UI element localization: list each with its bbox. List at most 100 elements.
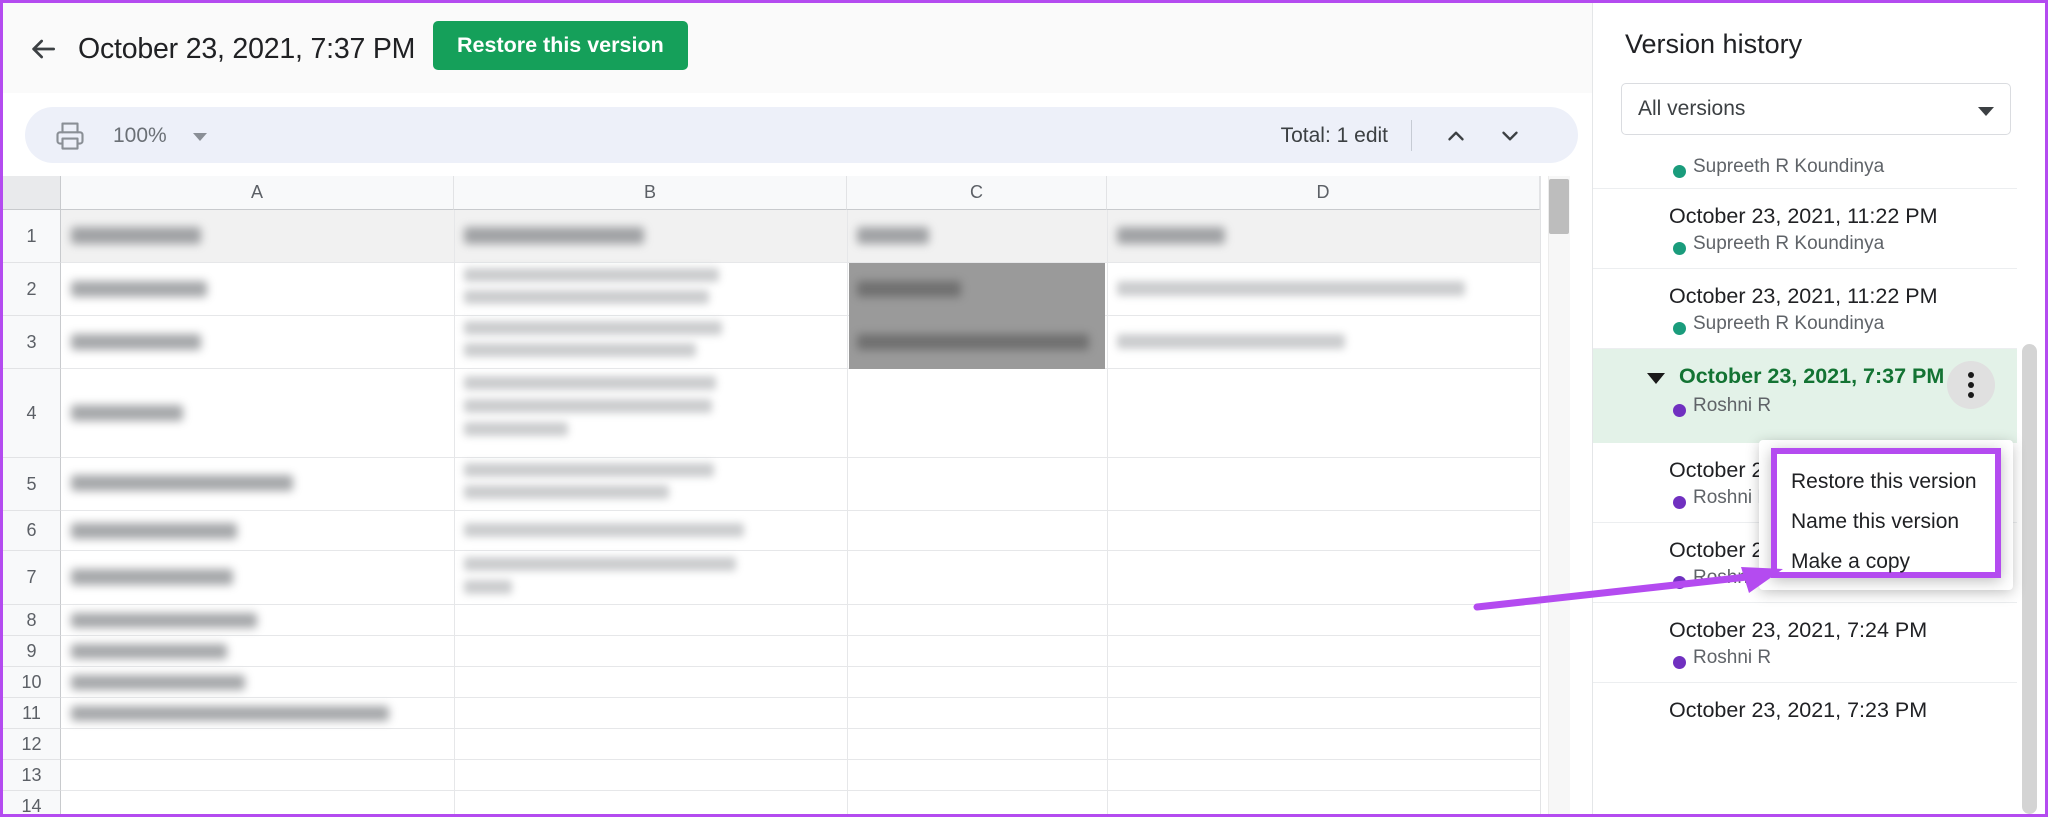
row-header[interactable]: 13 — [3, 760, 61, 791]
version-author: Supreeth R Koundinya — [1693, 233, 1885, 254]
table-row[interactable] — [61, 316, 1540, 369]
redacted-cell-text — [1117, 334, 1345, 349]
row-header[interactable]: 10 — [3, 667, 61, 698]
row-header[interactable]: 12 — [3, 729, 61, 760]
redacted-cell-text — [464, 557, 736, 571]
version-date: October 23, 2021, 11:22 PM — [1669, 204, 1938, 228]
restore-this-version-button[interactable]: Restore this version — [433, 21, 688, 70]
redacted-cell-text — [464, 580, 512, 594]
redacted-cell-text — [1117, 227, 1225, 244]
author-color-dot — [1673, 404, 1686, 417]
row-header[interactable]: 2 — [3, 263, 61, 316]
row-header[interactable]: 14 — [3, 791, 61, 814]
row-header[interactable]: 11 — [3, 698, 61, 729]
table-row[interactable] — [61, 698, 1540, 729]
redacted-cell-text — [464, 343, 696, 357]
redacted-cell-text — [1117, 281, 1465, 296]
list-item[interactable]: October 23, 2021, 11:22 PM Supreeth R Ko… — [1593, 189, 2017, 269]
list-item-selected[interactable]: October 23, 2021, 7:37 PM Roshni R — [1593, 349, 2017, 443]
redacted-cell-text — [71, 334, 201, 350]
row-header[interactable]: 1 — [3, 210, 61, 263]
table-row[interactable] — [61, 636, 1540, 667]
version-context-menu[interactable]: Restore this version Name this version M… — [1771, 448, 2001, 578]
version-date: October 23, 2021, 7:37 PM — [1679, 364, 1945, 388]
table-row[interactable] — [61, 551, 1540, 605]
previous-edit-chevron-up-icon[interactable] — [1438, 118, 1474, 154]
column-header-a[interactable]: A — [61, 176, 454, 210]
back-arrow-icon[interactable] — [21, 27, 65, 71]
redacted-cell-fill — [849, 316, 1105, 369]
redacted-cell-text — [464, 227, 644, 244]
version-author: Supreeth R Koundinya — [1693, 313, 1885, 334]
version-date: October 23, 2021, 11:22 PM — [1669, 284, 1938, 308]
author-color-dot — [1673, 576, 1686, 589]
panel-title: Version history — [1625, 29, 1803, 59]
menu-item-restore-this-version[interactable]: Restore this version — [1791, 462, 1995, 502]
row-header[interactable]: 8 — [3, 605, 61, 636]
row-header[interactable]: 4 — [3, 369, 61, 458]
redacted-cell-fill — [849, 263, 1105, 316]
redacted-cell-text — [464, 463, 714, 477]
version-author: Roshni R — [1693, 647, 1772, 668]
author-color-dot — [1673, 242, 1686, 255]
redacted-cell-text — [464, 290, 709, 304]
main-content-area: October 23, 2021, 7:37 PM Restore this v… — [3, 3, 1592, 814]
table-row[interactable] — [61, 458, 1540, 511]
redacted-cell-text — [71, 706, 389, 721]
spreadsheet-grid[interactable]: A B C D 1 2 3 4 5 6 7 8 9 10 11 12 13 14… — [3, 176, 1592, 814]
redacted-cell-text — [464, 422, 568, 436]
menu-item-name-this-version[interactable]: Name this version — [1791, 502, 1995, 542]
table-row[interactable] — [61, 369, 1540, 458]
row-header[interactable]: 5 — [3, 458, 61, 511]
author-color-dot — [1673, 656, 1686, 669]
redacted-cell-text — [71, 569, 233, 585]
versions-filter-dropdown[interactable]: All versions — [1621, 83, 2011, 135]
version-history-screen: October 23, 2021, 7:37 PM Restore this v… — [0, 0, 2048, 817]
list-item[interactable]: October 23, 2021, 7:23 PM — [1593, 683, 2017, 763]
more-vertical-icon[interactable] — [1947, 361, 1995, 409]
table-row[interactable] — [61, 760, 1540, 791]
redacted-cell-text — [71, 475, 293, 491]
table-row[interactable] — [61, 791, 1540, 814]
table-row[interactable] — [61, 729, 1540, 760]
versions-filter-value: All versions — [1638, 97, 1746, 120]
table-row[interactable] — [61, 605, 1540, 636]
column-header-d[interactable]: D — [1107, 176, 1540, 210]
column-header-b[interactable]: B — [454, 176, 847, 210]
select-all-corner-cell[interactable] — [3, 176, 61, 210]
panel-scrollbar-thumb[interactable] — [2022, 344, 2037, 814]
row-header[interactable]: 7 — [3, 551, 61, 605]
list-item[interactable]: October 23, 2021, 11:22 PM Supreeth R Ko… — [1593, 269, 2017, 349]
author-color-dot — [1673, 322, 1686, 335]
column-header-c[interactable]: C — [847, 176, 1107, 210]
version-date: October 23, 2021, 7:24 PM — [1669, 618, 1928, 642]
table-row[interactable] — [61, 210, 1540, 263]
menu-item-make-a-copy[interactable]: Make a copy — [1791, 542, 1995, 582]
table-row[interactable] — [61, 263, 1540, 316]
sheet-vertical-scrollbar-track[interactable] — [1548, 176, 1570, 814]
zoom-level-value[interactable]: 100% — [113, 122, 167, 150]
list-item[interactable]: Supreeth R Koundinya — [1593, 151, 2017, 189]
zoom-chevron-down-icon[interactable] — [193, 133, 207, 141]
sheet-vertical-scrollbar-thumb[interactable] — [1549, 179, 1569, 234]
redacted-cell-text — [464, 321, 722, 335]
author-color-dot — [1673, 496, 1686, 509]
table-row[interactable] — [61, 667, 1540, 698]
redacted-cell-text — [71, 281, 207, 297]
table-row[interactable] — [61, 511, 1540, 551]
chevron-down-icon — [1978, 107, 1994, 116]
redacted-cell-text — [464, 268, 719, 282]
row-header[interactable]: 3 — [3, 316, 61, 369]
total-edits-label: Total: 1 edit — [1280, 124, 1388, 147]
row-header[interactable]: 9 — [3, 636, 61, 667]
print-icon[interactable] — [55, 121, 85, 151]
redacted-cell-text — [464, 376, 716, 390]
row-header[interactable]: 6 — [3, 511, 61, 551]
triangle-down-icon[interactable] — [1647, 373, 1665, 384]
toolbar: 100% Total: 1 edit — [25, 107, 1578, 163]
list-item[interactable]: October 23, 2021, 7:24 PM Roshni R — [1593, 603, 2017, 683]
version-history-panel: Version history All versions Supreeth R … — [1592, 3, 2045, 814]
redacted-cell-text — [464, 485, 669, 499]
redacted-cell-text — [71, 644, 227, 659]
next-edit-chevron-down-icon[interactable] — [1492, 118, 1528, 154]
